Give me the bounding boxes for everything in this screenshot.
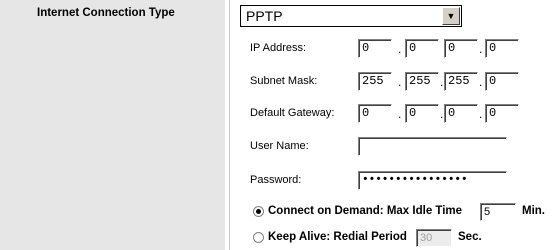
connect-on-demand-label: Connect on Demand: Max Idle Time xyxy=(268,205,463,217)
default-gateway-octet-2[interactable]: 0 xyxy=(405,104,439,123)
subnet-dot-1: . xyxy=(398,75,402,89)
user-name-label: User Name: xyxy=(250,140,309,152)
default-gateway-label: Default Gateway: xyxy=(250,107,335,119)
subnet-mask-octet-1[interactable]: 255 xyxy=(358,72,392,91)
connect-on-demand-radio[interactable] xyxy=(253,206,264,217)
subnet-mask-octet-4[interactable]: 0 xyxy=(485,72,519,91)
gateway-dot-3: . xyxy=(479,107,483,121)
ip-address-label: IP Address: xyxy=(250,42,307,54)
subnet-mask-octet-3[interactable]: 255 xyxy=(444,72,478,91)
ip-dot-3: . xyxy=(479,42,483,56)
section-title: Internet Connection Type xyxy=(37,7,175,19)
default-gateway-octet-1[interactable]: 0 xyxy=(358,104,392,123)
subnet-mask-octet-2[interactable]: 255 xyxy=(405,72,439,91)
gateway-dot-2: . xyxy=(440,107,444,121)
subnet-dot-3: . xyxy=(479,75,483,89)
default-gateway-octet-4[interactable]: 0 xyxy=(485,104,519,123)
chevron-down-icon[interactable]: ▼ xyxy=(442,7,460,25)
redial-period-input[interactable]: 30 xyxy=(416,229,452,247)
connection-type-select[interactable]: PPTP ▼ xyxy=(240,5,462,27)
max-idle-time-input[interactable]: 5 xyxy=(480,203,516,221)
ip-address-octet-2[interactable]: 0 xyxy=(405,39,439,58)
divider xyxy=(229,0,230,250)
password-input[interactable]: •••••••••••••••• xyxy=(358,171,507,190)
max-idle-time-unit: Min. xyxy=(522,205,545,217)
ip-address-octet-1[interactable]: 0 xyxy=(358,39,392,58)
password-label: Password: xyxy=(250,174,302,186)
keep-alive-label: Keep Alive: Redial Period xyxy=(268,231,407,243)
gateway-dot-1: . xyxy=(398,107,402,121)
default-gateway-octet-3[interactable]: 0 xyxy=(444,104,478,123)
redial-period-unit: Sec. xyxy=(458,231,482,243)
ip-address-octet-4[interactable]: 0 xyxy=(485,39,519,58)
ip-address-octet-3[interactable]: 0 xyxy=(444,39,478,58)
sidebar-panel xyxy=(0,0,225,250)
connection-type-value: PPTP xyxy=(246,8,283,24)
subnet-dot-2: . xyxy=(440,75,444,89)
keep-alive-radio[interactable] xyxy=(253,232,264,243)
ip-dot-1: . xyxy=(398,42,402,56)
subnet-mask-label: Subnet Mask: xyxy=(250,75,318,87)
user-name-input[interactable] xyxy=(358,137,507,156)
